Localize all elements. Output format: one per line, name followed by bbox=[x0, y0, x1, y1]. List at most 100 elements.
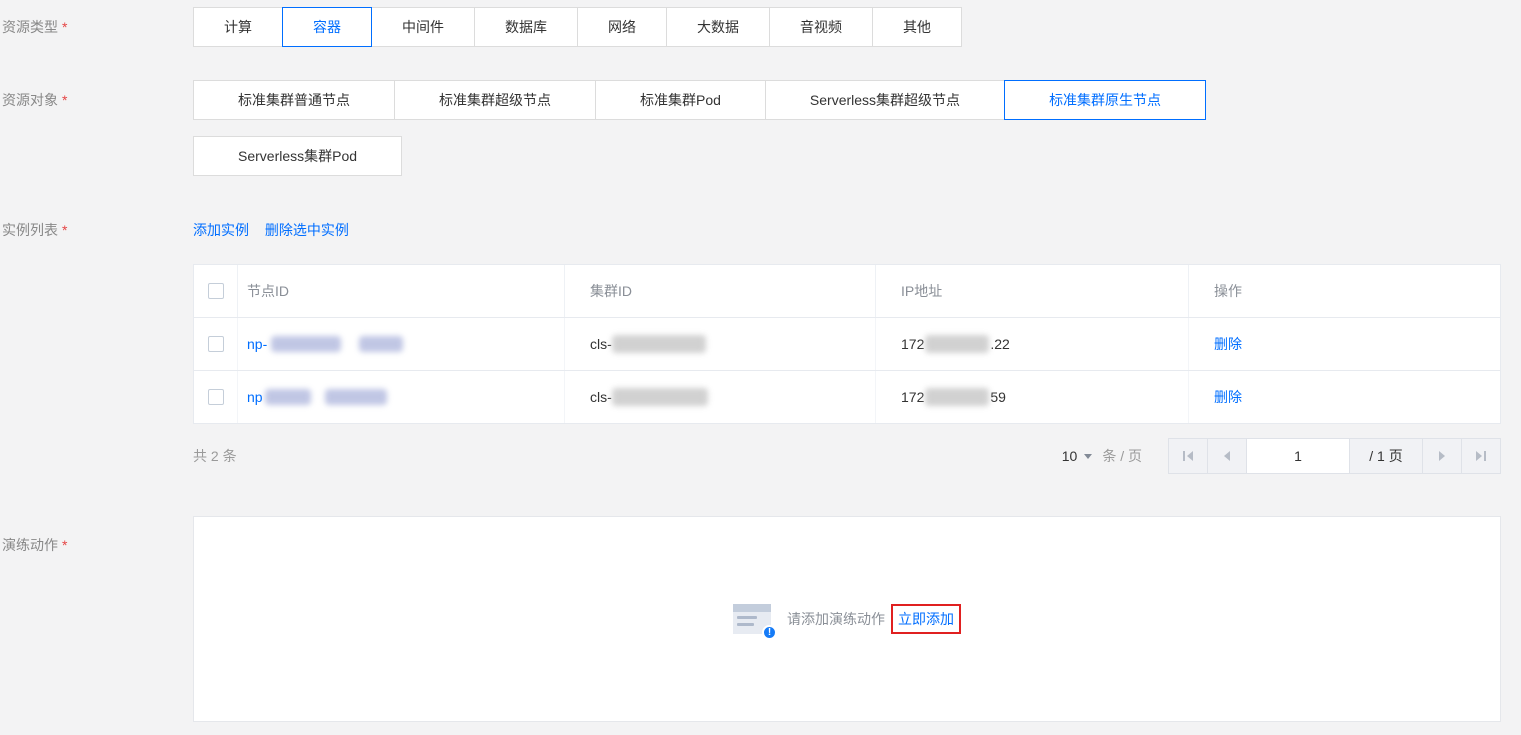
redacted-text bbox=[271, 336, 342, 352]
node-id-cell: np- bbox=[238, 318, 565, 370]
select-all-checkbox[interactable] bbox=[207, 283, 224, 299]
arrow-left-icon bbox=[1187, 451, 1193, 461]
drill-action-empty-panel: ! 请添加演练动作 立即添加 bbox=[193, 516, 1501, 722]
current-page-input[interactable]: 1 bbox=[1246, 438, 1350, 474]
annotation-highlight-box: 立即添加 bbox=[891, 604, 961, 634]
first-page-button[interactable] bbox=[1168, 438, 1208, 474]
drill-action-label: 演练动作 * bbox=[2, 516, 193, 555]
instance-list-label: 实例列表 * bbox=[2, 218, 193, 242]
ip-cell: 172 .22 bbox=[876, 318, 1189, 370]
table-row: np cls- 172 59 删除 bbox=[194, 370, 1500, 423]
redacted-text bbox=[359, 336, 404, 352]
last-page-button[interactable] bbox=[1461, 438, 1501, 474]
last-page-icon bbox=[1484, 451, 1486, 461]
resource-type-options: 计算 容器 中间件 数据库 网络 大数据 音视频 其他 bbox=[193, 7, 1501, 47]
cluster-id-text: cls- bbox=[590, 389, 612, 405]
instance-list-content: 添加实例 删除选中实例 节点ID 集群ID IP地址 操作 np- cls- 1… bbox=[193, 218, 1501, 474]
resource-type-label-text: 资源类型 bbox=[2, 19, 58, 35]
instance-list-row: 实例列表 * 添加实例 删除选中实例 节点ID 集群ID IP地址 操作 np-… bbox=[2, 218, 1501, 474]
resource-object-option-1[interactable]: 标准集群超级节点 bbox=[394, 80, 596, 120]
instance-table: 节点ID 集群ID IP地址 操作 np- cls- 172 .22 删除 np… bbox=[193, 264, 1501, 424]
table-header-row: 节点ID 集群ID IP地址 操作 bbox=[194, 265, 1500, 317]
resource-type-option-6[interactable]: 音视频 bbox=[769, 7, 873, 47]
drill-action-content: ! 请添加演练动作 立即添加 bbox=[193, 516, 1501, 722]
row-select-cell bbox=[194, 318, 238, 370]
drill-create-form: 资源类型 * 计算 容器 中间件 数据库 网络 大数据 音视频 其他 资源对象 * … bbox=[0, 0, 1521, 722]
delete-row-link[interactable]: 删除 bbox=[1214, 387, 1242, 407]
resource-type-label: 资源类型 * bbox=[2, 7, 193, 47]
row-checkbox[interactable] bbox=[207, 389, 224, 405]
resource-object-option-2[interactable]: 标准集群Pod bbox=[595, 80, 766, 120]
column-header-cluster-id: 集群ID bbox=[565, 265, 876, 317]
resource-object-label-text: 资源对象 bbox=[2, 92, 58, 108]
redacted-text bbox=[925, 388, 990, 406]
resource-object-option-5[interactable]: Serverless集群Pod bbox=[193, 136, 403, 176]
resource-type-option-4[interactable]: 网络 bbox=[577, 7, 667, 47]
cluster-id-text: cls- bbox=[590, 336, 612, 352]
node-id-link[interactable]: np- bbox=[247, 336, 267, 352]
page-size-value: 10 bbox=[1061, 448, 1078, 464]
delete-selected-instances-link[interactable]: 删除选中实例 bbox=[265, 222, 349, 238]
resource-type-option-7[interactable]: 其他 bbox=[872, 7, 962, 47]
instance-list-label-text: 实例列表 bbox=[2, 222, 58, 238]
arrow-left-icon bbox=[1224, 451, 1230, 461]
row-select-cell bbox=[194, 371, 238, 423]
page-total-label: / 1 页 bbox=[1349, 438, 1423, 474]
drill-action-row: 演练动作 * ! 请添加演练动作 立即添加 bbox=[2, 516, 1501, 722]
node-id-cell: np bbox=[238, 371, 565, 423]
ip-prefix-text: 172 bbox=[901, 336, 925, 352]
ip-prefix-text: 172 bbox=[901, 389, 925, 405]
page-size-select[interactable]: 10 bbox=[1062, 448, 1093, 464]
next-page-button[interactable] bbox=[1422, 438, 1462, 474]
ip-suffix-text: 59 bbox=[990, 389, 1006, 405]
resource-type-option-0[interactable]: 计算 bbox=[193, 7, 283, 47]
first-page-icon bbox=[1183, 451, 1185, 461]
resource-type-option-2[interactable]: 中间件 bbox=[371, 7, 475, 47]
redacted-text bbox=[611, 335, 706, 353]
node-id-link[interactable]: np bbox=[247, 389, 263, 405]
resource-type-button-group: 计算 容器 中间件 数据库 网络 大数据 音视频 其他 bbox=[193, 7, 1501, 47]
exclamation-badge-icon: ! bbox=[762, 625, 777, 640]
total-count-text: 共 2 条 bbox=[193, 448, 237, 464]
resource-type-row: 资源类型 * 计算 容器 中间件 数据库 网络 大数据 音视频 其他 bbox=[2, 7, 1501, 47]
resource-object-option-4[interactable]: 标准集群原生节点 bbox=[1004, 80, 1207, 120]
empty-list-icon: ! bbox=[733, 604, 777, 640]
resource-object-button-group-line1: 标准集群普通节点 标准集群超级节点 标准集群Pod Serverless集群超级… bbox=[193, 80, 1501, 120]
column-header-node-id: 节点ID bbox=[238, 265, 565, 317]
ip-suffix-text: .22 bbox=[990, 336, 1010, 352]
resource-object-row: 资源对象 * 标准集群普通节点 标准集群超级节点 标准集群Pod Serverle… bbox=[2, 80, 1501, 176]
add-instance-link[interactable]: 添加实例 bbox=[193, 222, 249, 238]
chevron-down-icon bbox=[1084, 453, 1093, 459]
operation-cell: 删除 bbox=[1189, 318, 1500, 370]
delete-row-link[interactable]: 删除 bbox=[1214, 334, 1242, 354]
drill-action-label-text: 演练动作 bbox=[2, 537, 58, 553]
ip-cell: 172 59 bbox=[876, 371, 1189, 423]
empty-list-icon-header bbox=[733, 604, 771, 612]
resource-object-option-0[interactable]: 标准集群普通节点 bbox=[193, 80, 395, 120]
instance-actions: 添加实例 删除选中实例 bbox=[193, 218, 1501, 242]
redacted-text bbox=[324, 389, 387, 405]
arrow-right-icon bbox=[1476, 451, 1482, 461]
arrow-right-icon bbox=[1439, 451, 1445, 461]
resource-object-options: 标准集群普通节点 标准集群超级节点 标准集群Pod Serverless集群超级… bbox=[193, 80, 1501, 176]
resource-object-option-3[interactable]: Serverless集群超级节点 bbox=[764, 80, 1006, 120]
required-asterisk: * bbox=[62, 222, 68, 238]
required-asterisk: * bbox=[62, 537, 68, 553]
prev-page-button[interactable] bbox=[1207, 438, 1247, 474]
cluster-id-cell: cls- bbox=[565, 371, 876, 423]
add-now-link[interactable]: 立即添加 bbox=[898, 611, 954, 627]
empty-state: ! 请添加演练动作 立即添加 bbox=[733, 604, 961, 640]
empty-hint-text: 请添加演练动作 bbox=[787, 611, 885, 627]
required-asterisk: * bbox=[62, 19, 68, 35]
select-all-cell bbox=[194, 265, 238, 317]
row-checkbox[interactable] bbox=[207, 336, 224, 352]
resource-object-label: 资源对象 * bbox=[2, 80, 193, 120]
pagination-controls: 10 条 / 页 1 / 1 页 bbox=[1062, 438, 1501, 474]
redacted-text bbox=[264, 389, 311, 405]
resource-type-option-3[interactable]: 数据库 bbox=[474, 7, 578, 47]
required-asterisk: * bbox=[62, 92, 68, 108]
resource-type-option-5[interactable]: 大数据 bbox=[666, 7, 770, 47]
resource-type-option-1[interactable]: 容器 bbox=[282, 7, 372, 47]
table-row: np- cls- 172 .22 删除 bbox=[194, 317, 1500, 370]
cluster-id-cell: cls- bbox=[565, 318, 876, 370]
